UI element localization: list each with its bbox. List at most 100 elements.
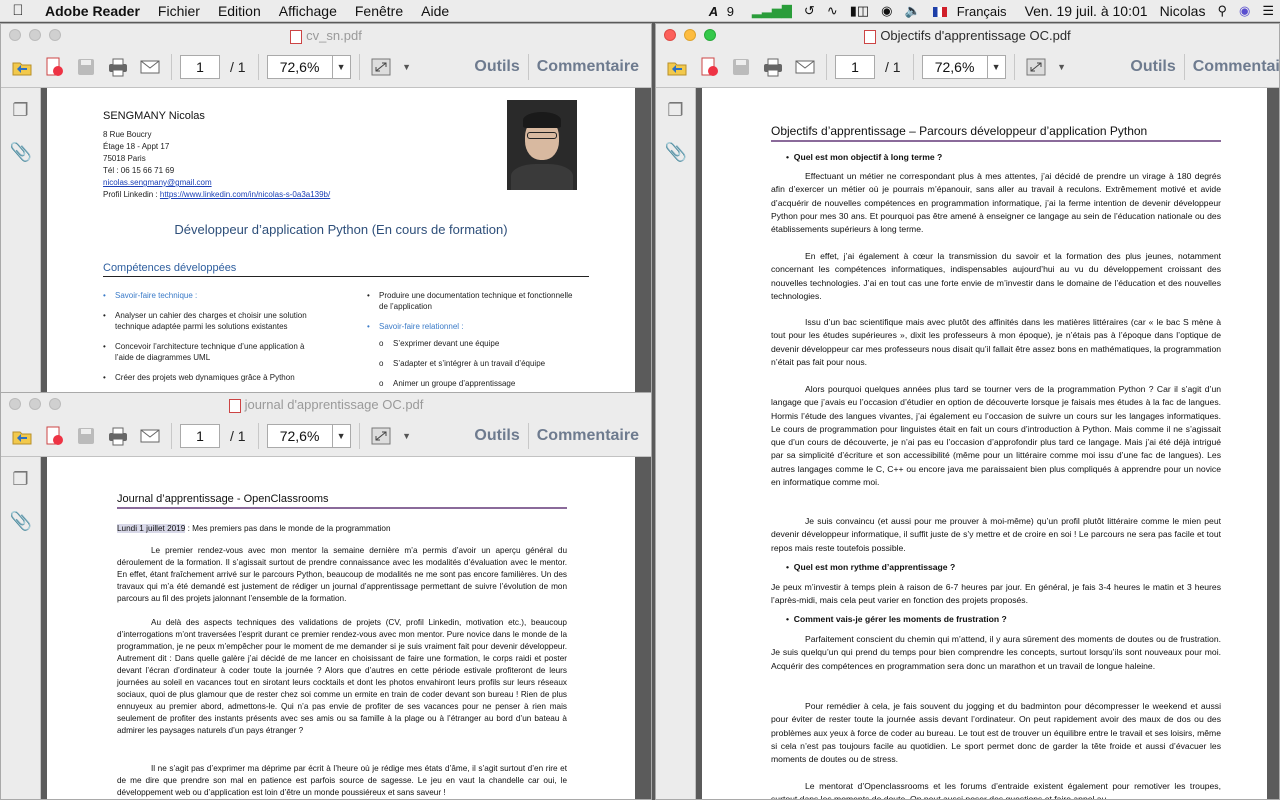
email-icon[interactable]	[792, 55, 818, 79]
menu-app-name[interactable]: Adobe Reader	[36, 3, 149, 19]
save-icon[interactable]	[73, 424, 99, 448]
scrollbar[interactable]	[639, 88, 651, 392]
scrollbar[interactable]	[1267, 88, 1279, 799]
zoom-select[interactable]: 72,6% ▼	[921, 54, 1006, 79]
close-button[interactable]	[9, 398, 21, 410]
siri-icon[interactable]: ◉	[1233, 3, 1256, 19]
zoom-button[interactable]	[49, 29, 61, 41]
minimize-button[interactable]	[29, 29, 41, 41]
chevron-down-icon[interactable]: ▼	[1055, 55, 1069, 79]
print-icon[interactable]	[105, 424, 131, 448]
titlebar-cv[interactable]: cv_sn.pdf	[1, 24, 651, 46]
attachment-icon[interactable]: 📎	[10, 511, 32, 533]
open-file-icon[interactable]	[9, 55, 35, 79]
minimize-button[interactable]	[684, 29, 696, 41]
print-icon[interactable]	[760, 55, 786, 79]
zoom-value: 72,6%	[279, 427, 320, 444]
comment-button[interactable]: Commentaire	[537, 427, 639, 445]
cv-linkedin-link[interactable]: https://www.linkedin.com/in/nicolas-s-0a…	[160, 190, 330, 199]
titlebar-journal[interactable]: journal d'apprentissage OC.pdf	[1, 393, 651, 415]
attachment-icon[interactable]: 📎	[10, 142, 32, 164]
pages-icon[interactable]: ❐	[10, 100, 32, 122]
zoom-select[interactable]: 72,6% ▼	[266, 54, 351, 79]
zoom-button[interactable]	[704, 29, 716, 41]
question-text: Quel est mon objectif à long terme ?	[793, 152, 943, 162]
email-icon[interactable]	[137, 424, 163, 448]
cv-title: Développeur d’application Python (En cou…	[174, 222, 508, 237]
tools-button[interactable]: Outils	[474, 427, 519, 445]
create-pdf-icon[interactable]	[41, 424, 67, 448]
chevron-down-icon[interactable]: ▼	[400, 424, 414, 448]
journal-date: Lundi 1 juillet 2019	[117, 524, 186, 533]
pages-icon[interactable]: ❐	[10, 469, 32, 491]
volume-icon[interactable]: 🔈	[899, 3, 927, 19]
apple-menu-icon[interactable]: 	[0, 2, 36, 19]
create-pdf-icon[interactable]	[41, 55, 67, 79]
chevron-down-icon[interactable]: ▼	[400, 55, 414, 79]
question-heading: • Quel est mon objectif à long terme ?	[786, 152, 943, 162]
close-button[interactable]	[9, 29, 21, 41]
user-menu[interactable]: Nicolas	[1154, 3, 1212, 19]
pdf-file-icon	[290, 30, 303, 44]
toolbar: 1 / 1 72,6% ▼ ▼ Outils Commentaire	[656, 46, 1279, 88]
save-icon[interactable]	[728, 55, 754, 79]
titlebar-objectifs[interactable]: Objectifs d'apprentissage OC.pdf	[656, 24, 1279, 46]
objectifs-paragraph: Le mentorat d’Openclassrooms et les foru…	[771, 781, 1221, 800]
email-icon[interactable]	[137, 55, 163, 79]
question-heading: • Quel est mon rythme d’apprentissage ?	[786, 562, 956, 572]
page-number-input[interactable]: 1	[180, 54, 220, 79]
wifi-icon[interactable]: ◉	[875, 3, 898, 19]
pages-icon[interactable]: ❐	[665, 100, 687, 122]
page-total: / 1	[885, 58, 901, 75]
page-number-input[interactable]: 1	[180, 423, 220, 448]
objectifs-paragraph: En effet, j’ai également à cœur la trans…	[771, 251, 1221, 301]
toolbar-separator	[171, 422, 172, 449]
fit-page-icon[interactable]	[368, 55, 394, 79]
battery-icon[interactable]: ▮◫	[844, 3, 875, 19]
open-file-icon[interactable]	[9, 424, 35, 448]
toolbar-separator	[527, 53, 529, 80]
scrollbar[interactable]	[639, 457, 651, 799]
zoom-button[interactable]	[49, 398, 61, 410]
activity-icon[interactable]: ∿	[821, 3, 844, 19]
comment-button[interactable]: Commentaire	[537, 58, 639, 76]
clock[interactable]: Ven. 19 juil. à 10:01	[1019, 3, 1154, 19]
language-menu[interactable]: Français	[927, 4, 1019, 19]
menu-edition[interactable]: Edition	[209, 3, 270, 19]
fit-page-icon[interactable]	[368, 424, 394, 448]
journal-heading: Journal d’apprentissage - OpenClassrooms	[117, 493, 329, 505]
adobe-badge[interactable]: A 9	[703, 4, 746, 19]
fit-page-icon[interactable]	[1023, 55, 1049, 79]
signal-icon[interactable]: ▂▃▅▇	[746, 3, 798, 19]
attachment-icon[interactable]: 📎	[665, 142, 687, 164]
time-machine-icon[interactable]: ↺	[798, 3, 821, 19]
page-number-input[interactable]: 1	[835, 54, 875, 79]
save-icon[interactable]	[73, 55, 99, 79]
cv-email-link[interactable]: nicolas.sengmany@gmail.com	[103, 178, 212, 187]
create-pdf-icon[interactable]	[696, 55, 722, 79]
open-file-icon[interactable]	[664, 55, 690, 79]
menu-bar:  Adobe Reader Fichier Edition Affichage…	[0, 0, 1280, 22]
menu-fichier[interactable]: Fichier	[149, 3, 209, 19]
menu-fenetre[interactable]: Fenêtre	[346, 3, 412, 19]
chevron-down-icon[interactable]: ▼	[331, 424, 350, 447]
menu-aide[interactable]: Aide	[412, 3, 458, 19]
minimize-button[interactable]	[29, 398, 41, 410]
notification-center-icon[interactable]: ☰	[1256, 3, 1280, 19]
menu-affichage[interactable]: Affichage	[270, 3, 346, 19]
print-icon[interactable]	[105, 55, 131, 79]
objectifs-paragraph: Je suis convaincu (et aussi pour me prou…	[771, 516, 1221, 553]
close-button[interactable]	[664, 29, 676, 41]
tools-button[interactable]: Outils	[474, 58, 519, 76]
cv-phone: Tél : 06 15 66 71 69	[103, 166, 175, 175]
objectifs-paragraph: Parfaitement conscient du chemin qui m’a…	[771, 634, 1221, 671]
window-journal: journal d'apprentissage OC.pdf 1 / 1 72,…	[0, 392, 652, 800]
cv-linkedin: Profil Linkedin : https://www.linkedin.c…	[103, 190, 330, 199]
toolbar-separator	[358, 422, 360, 449]
zoom-select[interactable]: 72,6% ▼	[266, 423, 351, 448]
spotlight-icon[interactable]: ⚲	[1211, 3, 1233, 19]
tools-button[interactable]: Outils	[1130, 58, 1175, 76]
chevron-down-icon[interactable]: ▼	[986, 55, 1005, 78]
comment-button[interactable]: Commentaire	[1193, 58, 1279, 76]
chevron-down-icon[interactable]: ▼	[331, 55, 350, 78]
